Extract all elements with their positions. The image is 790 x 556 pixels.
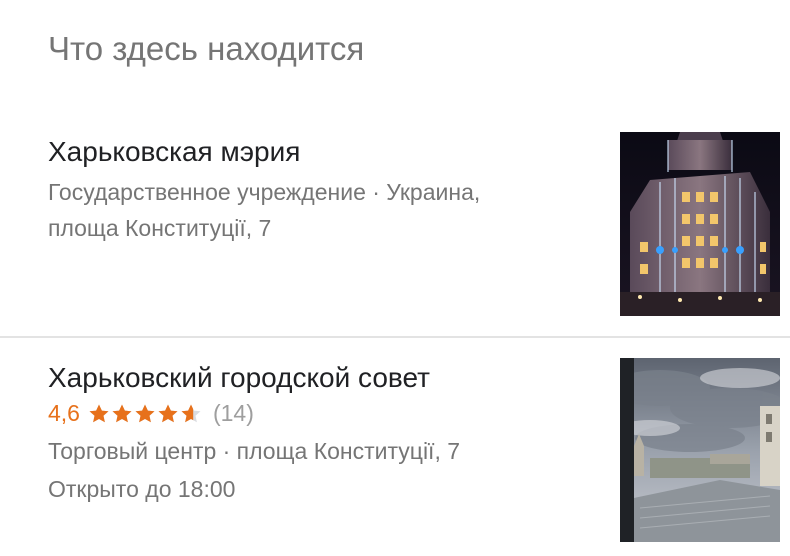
review-count[interactable]: (14): [213, 400, 254, 427]
rating-value: 4,6: [48, 400, 80, 426]
place-card-city-hall[interactable]: Харьковская мэрия Государственное учрежд…: [0, 130, 790, 336]
rating-stars: [88, 403, 203, 425]
place-photo[interactable]: [620, 358, 780, 542]
place-hours: Открыто до 18:00: [48, 476, 236, 502]
place-address: площа Конституції, 7: [48, 215, 272, 241]
place-card-city-council[interactable]: Харьковский городской совет 4,6 (14) Тор…: [0, 358, 790, 556]
star-icon: [88, 403, 110, 425]
city-hall-night-photo: [620, 132, 780, 316]
place-name[interactable]: Харьковская мэрия: [48, 136, 300, 168]
divider: [0, 336, 790, 338]
star-icon: [134, 403, 156, 425]
place-category-address: Государственное учреждение · Украина,: [48, 179, 481, 205]
cloudy-city-view-photo: [620, 358, 780, 542]
section-title: Что здесь находится: [48, 30, 365, 67]
place-category-address: Торговый центр · площа Конституції, 7: [48, 438, 461, 464]
place-photo[interactable]: [620, 132, 780, 316]
star-icon: [157, 403, 179, 425]
place-name[interactable]: Харьковский городской совет: [48, 362, 430, 394]
places-panel: Что здесь находится Харьковская мэрия Го…: [0, 0, 790, 556]
star-icon: [111, 403, 133, 425]
star-icon: [180, 403, 202, 425]
rating-row: 4,6 (14): [48, 400, 254, 427]
